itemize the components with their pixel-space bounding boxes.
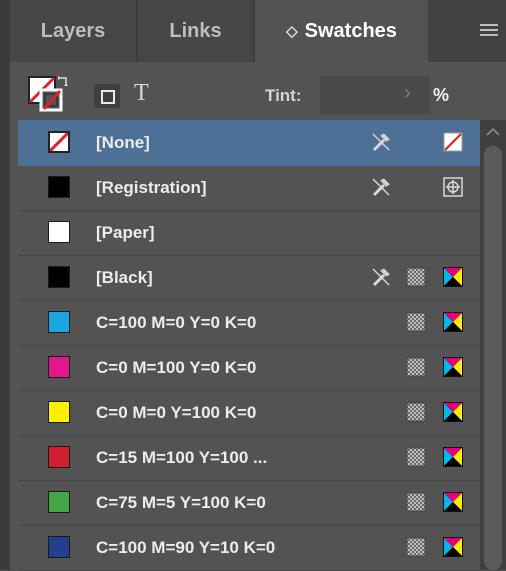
- swatch-row[interactable]: C=0 M=0 Y=100 K=0: [18, 390, 480, 436]
- swatch-color-chip: [48, 491, 70, 513]
- swatches-panel: Layers Links ◇ Swatches T Tint: › % [Non…: [10, 0, 506, 571]
- tab-options-chevron-icon: ◇: [286, 23, 298, 40]
- process-color-icon: [406, 447, 426, 467]
- scroll-up-arrow-icon[interactable]: [486, 126, 500, 138]
- swatch-name: C=75 M=5 Y=100 K=0: [96, 493, 266, 512]
- swatch-color-chip: [48, 536, 70, 558]
- swatch-color-chip: [48, 356, 70, 378]
- process-color-icon: [406, 312, 426, 332]
- tab-links[interactable]: Links: [138, 0, 254, 62]
- cmyk-mode-icon: [443, 312, 463, 332]
- swatch-name: [Black]: [96, 268, 153, 287]
- container-square-icon: [101, 90, 115, 104]
- process-color-icon: [406, 537, 426, 557]
- process-color-icon: [406, 402, 426, 422]
- swatch-row[interactable]: C=75 M=5 Y=100 K=0: [18, 480, 480, 526]
- swatch-color-chip: [48, 221, 70, 243]
- process-color-icon: [406, 357, 426, 377]
- no-edit-icon: [370, 131, 392, 153]
- tint-percent-label: %: [433, 85, 450, 105]
- swatch-list-scrollbar[interactable]: [480, 120, 506, 570]
- tint-label: Tint:: [265, 86, 302, 105]
- cmyk-mode-icon: [443, 492, 463, 512]
- fill-stroke-icon[interactable]: [28, 76, 72, 116]
- cmyk-mode-icon: [443, 357, 463, 377]
- tab-links-label: Links: [169, 19, 222, 42]
- swatch-list: [None] [Registration] [Paper] [Black] C=100 …: [18, 120, 480, 571]
- swatch-row[interactable]: [Black]: [18, 255, 480, 301]
- swatch-name: [Registration]: [96, 178, 207, 197]
- swatch-row[interactable]: C=100 M=0 Y=0 K=0: [18, 300, 480, 346]
- swatch-color-chip: [48, 311, 70, 333]
- panel-menu-icon[interactable]: [480, 24, 498, 37]
- swatch-name: C=15 M=100 Y=100 ...: [96, 448, 268, 467]
- no-edit-icon: [370, 176, 392, 198]
- formatting-text-button[interactable]: T: [134, 80, 149, 107]
- swatch-color-chip: [48, 266, 70, 288]
- swatch-color-chip: [48, 446, 70, 468]
- swatch-name: [Paper]: [96, 223, 155, 242]
- no-edit-icon: [370, 266, 392, 288]
- tint-input[interactable]: [320, 76, 430, 114]
- tab-layers[interactable]: Layers: [10, 0, 137, 62]
- swatch-row[interactable]: [Paper]: [18, 210, 480, 256]
- tab-swatches[interactable]: ◇ Swatches: [255, 0, 428, 62]
- registration-mark-icon: [443, 177, 463, 197]
- swatch-row[interactable]: C=15 M=100 Y=100 ...: [18, 435, 480, 481]
- formatting-container-button[interactable]: [94, 84, 120, 108]
- swatches-toolbar: [10, 62, 506, 120]
- process-color-icon: [406, 492, 426, 512]
- cmyk-mode-icon: [443, 402, 463, 422]
- swatch-row[interactable]: [Registration]: [18, 165, 480, 211]
- left-panel-edge: [0, 0, 10, 570]
- cmyk-mode-icon: [443, 447, 463, 467]
- process-color-icon: [406, 267, 426, 287]
- swatch-name: C=0 M=100 Y=0 K=0: [96, 358, 257, 377]
- swatch-name: C=0 M=0 Y=100 K=0: [96, 403, 257, 422]
- swatch-color-chip: [48, 401, 70, 423]
- swatch-row[interactable]: [None]: [18, 120, 480, 166]
- swatch-name: [None]: [96, 133, 150, 152]
- panel-tab-bar: Layers Links ◇ Swatches: [10, 0, 506, 62]
- swatch-name: C=100 M=0 Y=0 K=0: [96, 313, 257, 332]
- swatch-row[interactable]: C=0 M=100 Y=0 K=0: [18, 345, 480, 391]
- none-indicator-icon: [443, 132, 463, 152]
- cmyk-mode-icon: [443, 267, 463, 287]
- scroll-thumb[interactable]: [484, 146, 502, 570]
- tab-swatches-label: Swatches: [304, 19, 397, 42]
- swatch-color-chip: [48, 176, 70, 198]
- tab-layers-label: Layers: [40, 19, 106, 42]
- cmyk-mode-icon: [443, 537, 463, 557]
- tint-slider-arrow-icon[interactable]: ›: [404, 82, 411, 105]
- swatch-name: C=100 M=90 Y=10 K=0: [96, 538, 276, 557]
- swatch-row[interactable]: C=100 M=90 Y=10 K=0: [18, 525, 480, 571]
- none-swatch-chip: [48, 131, 70, 153]
